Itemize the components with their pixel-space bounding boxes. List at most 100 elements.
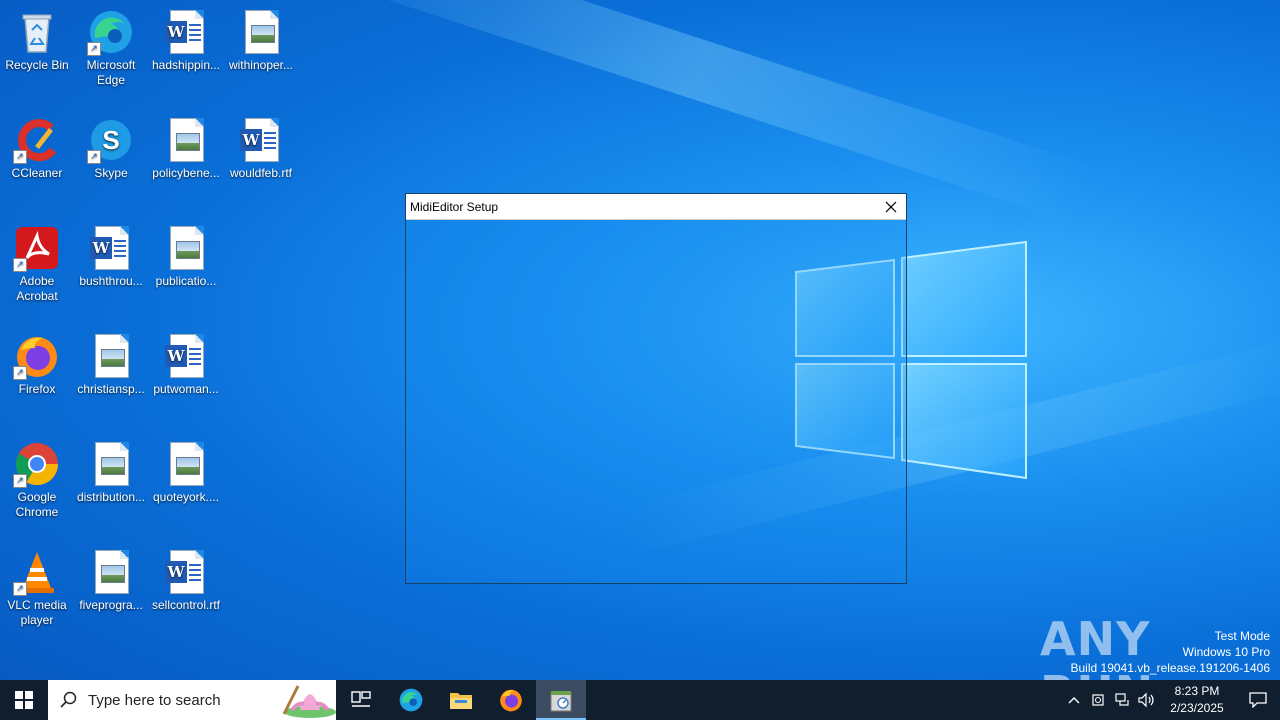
window-body xyxy=(406,220,906,584)
chevron-up-icon xyxy=(1068,697,1080,704)
desktop-icon-bushthrou[interactable]: W bushthrou... xyxy=(74,220,148,289)
window-titlebar[interactable]: MidiEditor Setup xyxy=(406,194,906,220)
desktop-icon-christiansp[interactable]: christiansp... xyxy=(74,328,148,397)
taskbar-file-explorer-button[interactable] xyxy=(436,680,486,720)
desktop-icon-label: bushthrou... xyxy=(79,274,143,288)
desktop-icon-adobe-acrobat[interactable]: ↗ Adobe Acrobat xyxy=(0,220,74,304)
search-highlight-lotus-icon xyxy=(282,685,336,718)
desktop-icon-label: withinoper... xyxy=(228,58,294,72)
desktop-icon-skype[interactable]: S ↗ Skype xyxy=(74,112,148,181)
desktop-icon-putwoman[interactable]: W putwoman... xyxy=(149,328,223,397)
desktop-icon-label: quoteyork.... xyxy=(152,490,220,504)
clock-time: 8:23 PM xyxy=(1174,684,1220,698)
recycle-bin-icon xyxy=(13,8,61,56)
desktop-icon-vlc[interactable]: ↗ VLC media player xyxy=(0,544,74,628)
action-center-button[interactable] xyxy=(1236,680,1280,720)
desktop-icon-label: hadshippin... xyxy=(151,58,221,72)
shortcut-arrow-icon: ↗ xyxy=(13,582,27,596)
close-icon xyxy=(885,201,897,212)
notification-icon xyxy=(1249,692,1267,708)
desktop-icon-label: Skype xyxy=(94,166,128,180)
taskbar-setup-button[interactable] xyxy=(536,680,586,720)
watermark-line-2: Windows 10 Pro xyxy=(1182,645,1270,659)
wallpaper-beam xyxy=(310,0,1090,223)
desktop-icon-publicatio[interactable]: publicatio... xyxy=(149,220,223,289)
chrome-icon: ↗ xyxy=(13,440,61,488)
desktop-icon-ccleaner[interactable]: ↗ CCleaner xyxy=(0,112,74,181)
svg-text:S: S xyxy=(102,125,119,155)
tray-security-button[interactable] xyxy=(1086,680,1110,720)
desktop-icon-label: Adobe Acrobat xyxy=(16,274,58,303)
firefox-icon: ↗ xyxy=(13,332,61,380)
close-button[interactable] xyxy=(876,194,906,219)
desktop-icon-label: putwoman... xyxy=(153,382,219,396)
word-doc-icon: W xyxy=(162,548,210,596)
system-tray: 8:23 PM 2/23/2025 xyxy=(1062,680,1280,720)
tray-network-button[interactable] xyxy=(1110,680,1134,720)
search-placeholder: Type here to search xyxy=(88,691,221,709)
desktop-icon-quoteyork[interactable]: quoteyork.... xyxy=(149,436,223,505)
tray-volume-button[interactable] xyxy=(1134,680,1158,720)
ccleaner-icon: ↗ xyxy=(13,116,61,164)
word-doc-icon: W xyxy=(87,224,135,272)
image-file-icon xyxy=(162,116,210,164)
desktop-icon-label: publicatio... xyxy=(155,274,217,288)
desktop-icon-label: fiveprogra... xyxy=(79,598,143,612)
desktop-icon-label: Firefox xyxy=(18,382,56,396)
search-icon xyxy=(60,691,77,708)
device-icon xyxy=(1092,694,1104,706)
desktop-icon-sellcontrol[interactable]: W sellcontrol.rtf xyxy=(149,544,223,613)
firefox-icon xyxy=(500,689,522,712)
system-watermark: Test Mode Windows 10 Pro Build 19041.vb_… xyxy=(1071,628,1271,676)
shortcut-arrow-icon: ↗ xyxy=(13,366,27,380)
network-icon xyxy=(1115,693,1129,706)
desktop-icon-label: sellcontrol.rtf xyxy=(151,598,221,612)
image-file-icon xyxy=(87,440,135,488)
word-doc-icon: W xyxy=(237,116,285,164)
start-button[interactable] xyxy=(0,680,48,720)
setup-installer-icon xyxy=(550,691,572,712)
watermark-line-3: Build 19041.vb_release.191206-1406 xyxy=(1070,661,1271,675)
desktop-icon-microsoft-edge[interactable]: ↗ Microsoft Edge xyxy=(74,4,148,88)
desktop-icon-label: CCleaner xyxy=(11,166,63,180)
window-title: MidiEditor Setup xyxy=(410,199,499,214)
shortcut-arrow-icon: ↗ xyxy=(13,150,27,164)
desktop-icon-policybene[interactable]: policybene... xyxy=(149,112,223,181)
desktop-icon-label: VLC media player xyxy=(7,598,67,627)
desktop-icon-hadshippin[interactable]: W hadshippin... xyxy=(149,4,223,73)
image-file-icon xyxy=(87,332,135,380)
image-file-icon xyxy=(162,440,210,488)
desktop-icon-distribution[interactable]: distribution... xyxy=(74,436,148,505)
acrobat-icon: ↗ xyxy=(13,224,61,272)
desktop-icon-label: distribution... xyxy=(76,490,146,504)
shortcut-arrow-icon: ↗ xyxy=(13,258,27,272)
taskbar-search-box[interactable]: Type here to search xyxy=(48,680,336,720)
desktop-icon-label: wouldfeb.rtf xyxy=(229,166,293,180)
show-hidden-icons-button[interactable] xyxy=(1062,680,1086,720)
shortcut-arrow-icon: ↗ xyxy=(87,150,101,164)
image-file-icon xyxy=(162,224,210,272)
vlc-icon: ↗ xyxy=(13,548,61,596)
desktop-icon-wouldfeb[interactable]: W wouldfeb.rtf xyxy=(224,112,298,181)
desktop-icon-withinoper[interactable]: withinoper... xyxy=(224,4,298,73)
desktop-icon-label: christiansp... xyxy=(77,382,145,396)
clock-date: 2/23/2025 xyxy=(1170,701,1224,715)
desktop-icon-recycle-bin[interactable]: Recycle Bin xyxy=(0,4,74,73)
desktop-icon-label: Google Chrome xyxy=(15,490,59,519)
desktop-icon-firefox[interactable]: ↗ Firefox xyxy=(0,328,74,397)
shortcut-arrow-icon: ↗ xyxy=(13,474,27,488)
task-view-button[interactable] xyxy=(336,680,386,720)
volume-icon xyxy=(1138,692,1154,708)
desktop-icon-fiveprogra[interactable]: fiveprogra... xyxy=(74,544,148,613)
word-doc-icon: W xyxy=(162,8,210,56)
taskbar-edge-button[interactable] xyxy=(386,680,436,720)
watermark-line-1: Test Mode xyxy=(1214,629,1270,643)
desktop-icon-label: Recycle Bin xyxy=(5,58,69,72)
setup-window[interactable]: MidiEditor Setup xyxy=(405,193,907,584)
windows-start-icon xyxy=(15,691,33,709)
desktop-icon-label: policybene... xyxy=(152,166,220,180)
taskbar-firefox-button[interactable] xyxy=(486,680,536,720)
desktop-icon-google-chrome[interactable]: ↗ Google Chrome xyxy=(0,436,74,520)
taskbar-clock[interactable]: 8:23 PM 2/23/2025 xyxy=(1158,683,1236,717)
edge-icon: ↗ xyxy=(87,8,135,56)
